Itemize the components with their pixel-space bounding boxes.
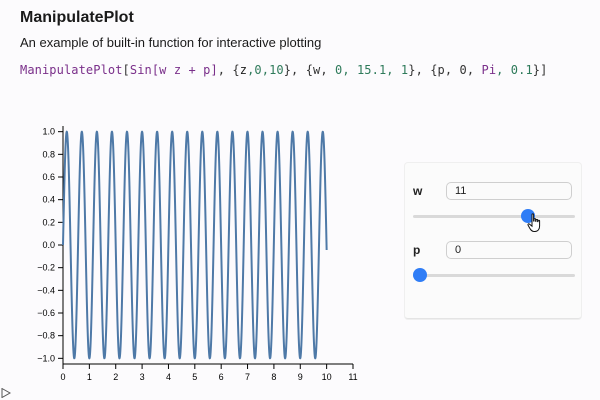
sine-series-line (62, 130, 328, 360)
y-tick-label: −0.8 (37, 331, 55, 341)
x-tick-label: 2 (113, 372, 118, 382)
w-control-label: w (413, 184, 423, 198)
x-tick-label: 6 (219, 372, 224, 382)
play-triangle-icon[interactable] (1, 388, 11, 398)
w-slider-track[interactable] (413, 215, 575, 218)
x-tick-label: 5 (192, 372, 197, 382)
p-control-label: p (413, 243, 421, 257)
y-tick-label: −1.0 (37, 353, 55, 363)
y-tick-label: −0.6 (37, 308, 55, 318)
x-tick-label: 0 (60, 372, 65, 382)
y-tick-label: 1.0 (42, 127, 55, 137)
x-tick-label: 9 (298, 372, 303, 382)
y-tick-label: 0.2 (42, 217, 55, 227)
y-tick-label: 0.4 (42, 195, 55, 205)
manipulate-controls-panel: w 11 p 0 (405, 163, 581, 319)
y-tick-label: −0.4 (37, 285, 55, 295)
y-tick-label: −0.2 (37, 263, 55, 273)
x-tick-label: 11 (348, 372, 357, 382)
p-value-input[interactable]: 0 (446, 241, 572, 259)
x-tick-label: 1 (87, 372, 92, 382)
x-tick-label: 10 (322, 372, 332, 382)
x-tick-label: 4 (166, 372, 171, 382)
y-tick-label: 0.0 (42, 240, 55, 250)
w-value-input[interactable]: 11 (446, 182, 572, 200)
x-tick-label: 3 (140, 372, 145, 382)
p-slider-track[interactable] (413, 274, 575, 277)
hand-pointer-icon (527, 213, 541, 232)
x-tick-label: 8 (271, 372, 276, 382)
y-tick-label: 0.8 (42, 149, 55, 159)
y-tick-label: 0.6 (42, 172, 55, 182)
p-slider-thumb[interactable] (413, 268, 427, 282)
x-tick-label: 7 (245, 372, 250, 382)
